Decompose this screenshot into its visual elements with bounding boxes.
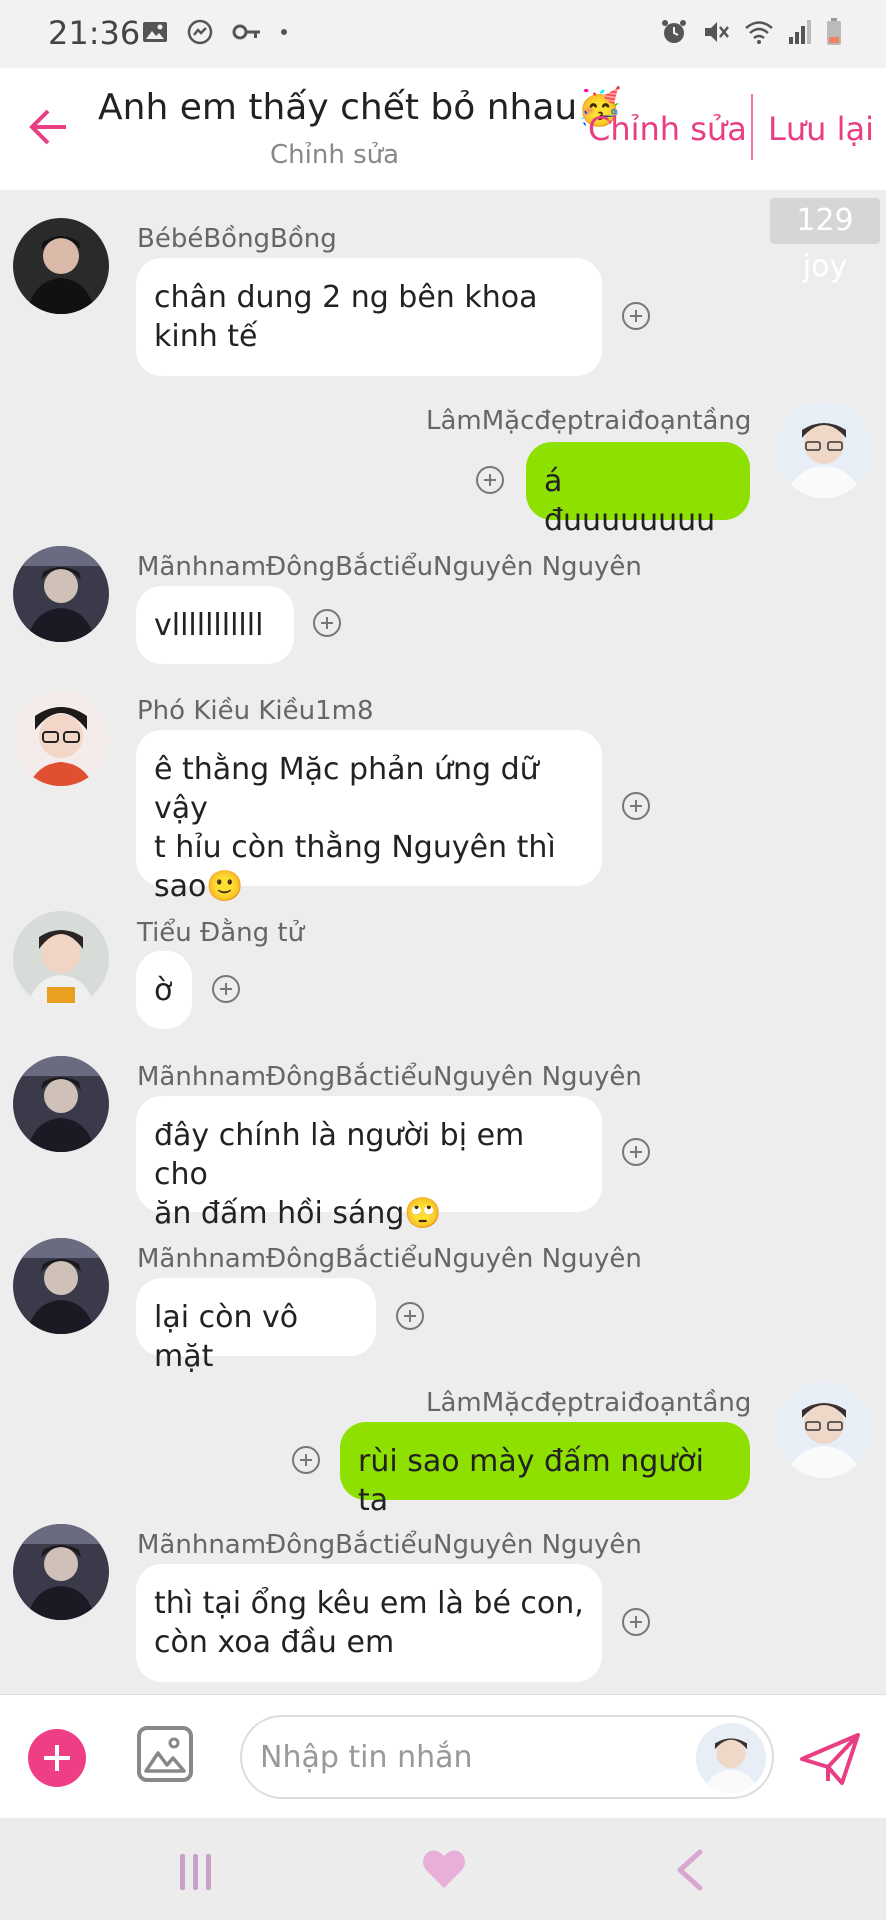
save-button[interactable]: Lưu lại [768, 110, 874, 148]
message-text-line: á đuuuuuuuu [544, 464, 716, 538]
joy-badge: 129 joy [770, 198, 880, 284]
heart-home-icon[interactable] [420, 1846, 468, 1892]
message-bubble[interactable]: lại còn vô mặt [136, 1278, 376, 1374]
avatar[interactable] [13, 1056, 109, 1152]
message-text-line: đây chính là người bị em cho [154, 1118, 525, 1192]
react-plus-icon[interactable] [212, 975, 240, 1003]
avatar[interactable] [776, 1382, 872, 1478]
system-nav-bar [0, 1818, 886, 1920]
message-input-wrapper [240, 1715, 774, 1799]
header-divider [751, 94, 753, 160]
message-text-line: thì tại ổng kêu em là bé con, [154, 1586, 584, 1621]
sender-name: Tiểu Đằng tử [137, 918, 305, 948]
chat-subtitle[interactable]: Chỉnh sửa [270, 140, 399, 170]
sender-name: LâmMặcđẹptraiđoạntầng [426, 1388, 752, 1418]
message-input[interactable] [260, 1735, 680, 1779]
react-plus-icon[interactable] [313, 609, 341, 637]
message-text-line: kinh tế [154, 319, 258, 354]
recent-apps-icon[interactable] [176, 1852, 216, 1892]
messenger-notification-icon [187, 19, 213, 45]
avatar[interactable] [13, 690, 109, 786]
nav-back-icon[interactable] [674, 1848, 706, 1892]
status-time: 21:36 [48, 14, 141, 52]
message-text-line: vlllllllllll [154, 608, 264, 643]
react-plus-icon[interactable] [396, 1302, 424, 1330]
message-text-line: ăn đấm hồi sáng🙄 [154, 1196, 442, 1231]
avatar[interactable] [776, 402, 872, 498]
add-icon[interactable] [28, 1729, 86, 1787]
image-icon[interactable] [136, 1725, 194, 1783]
message-input-bar [0, 1694, 886, 1818]
alarm-icon [662, 20, 686, 43]
sender-name: MãnhnamĐôngBắctiểuNguyên Nguyên [137, 1062, 642, 1092]
message-text-line: rùi sao mày đấm người ta [358, 1444, 704, 1518]
status-notification-icons [142, 18, 288, 46]
sender-name: BébéBồngBồng [137, 224, 337, 254]
react-plus-icon[interactable] [476, 466, 504, 494]
message-text-line: ờ [154, 973, 173, 1008]
message-bubble[interactable]: á đuuuuuuuu [526, 442, 750, 538]
message-text-line: còn xoa đầu em [154, 1625, 395, 1660]
avatar[interactable] [13, 1238, 109, 1334]
sender-name: Phó Kiều Kiều1m8 [137, 696, 374, 726]
avatar[interactable] [13, 911, 109, 1007]
avatar[interactable] [696, 1723, 766, 1793]
message-bubble[interactable]: chân dung 2 ng bên khoa kinh tế [136, 258, 602, 376]
react-plus-icon[interactable] [622, 1138, 650, 1166]
avatar[interactable] [13, 218, 109, 314]
message-text-line: ê thằng Mặc phản ứng dữ vậy [154, 752, 539, 826]
sender-name: LâmMặcđẹptraiđoạntầng [426, 406, 752, 436]
avatar[interactable] [13, 1524, 109, 1620]
react-plus-icon[interactable] [622, 302, 650, 330]
message-text-line: sao🙂 [154, 869, 244, 904]
react-plus-icon[interactable] [622, 1608, 650, 1636]
battery-icon [827, 18, 841, 45]
message-text-line: lại còn vô mặt [154, 1300, 299, 1374]
signal-icon [789, 20, 811, 44]
avatar[interactable] [13, 546, 109, 642]
status-bar: 21:36 [0, 0, 886, 68]
status-system-icons [660, 18, 842, 46]
dot-notification-icon [281, 29, 287, 35]
message-text-line: chân dung 2 ng bên khoa [154, 280, 538, 315]
message-bubble[interactable]: đây chính là người bị em cho ăn đấm hồi … [136, 1096, 602, 1231]
mute-icon [705, 22, 729, 42]
message-bubble[interactable]: thì tại ổng kêu em là bé con, còn xoa đầ… [136, 1564, 602, 1682]
gallery-notification-icon [143, 22, 167, 42]
message-text-line: t hỉu còn thằng Nguyên thì [154, 830, 556, 865]
message-bubble[interactable]: rùi sao mày đấm người ta [340, 1422, 750, 1518]
sender-name: MãnhnamĐôngBắctiểuNguyên Nguyên [137, 1530, 642, 1560]
message-bubble[interactable]: ê thằng Mặc phản ứng dữ vậy t hỉu còn th… [136, 730, 602, 904]
chat-title: Anh em thấy chết bỏ nhau🥳 [98, 87, 623, 128]
key-notification-icon [232, 24, 260, 40]
react-plus-icon[interactable] [292, 1446, 320, 1474]
sender-name: MãnhnamĐôngBắctiểuNguyên Nguyên [137, 1244, 642, 1274]
message-bubble[interactable]: vlllllllllll [136, 586, 294, 664]
edit-button[interactable]: Chỉnh sửa [588, 110, 747, 148]
chat-header: Anh em thấy chết bỏ nhau🥳 Chỉnh sửa Chỉn… [0, 68, 886, 190]
back-arrow-icon[interactable] [26, 104, 72, 150]
sender-name: MãnhnamĐôngBắctiểuNguyên Nguyên [137, 552, 642, 582]
message-bubble[interactable]: ờ [136, 951, 192, 1029]
send-icon[interactable] [798, 1729, 862, 1789]
wifi-icon [745, 21, 773, 44]
react-plus-icon[interactable] [622, 792, 650, 820]
